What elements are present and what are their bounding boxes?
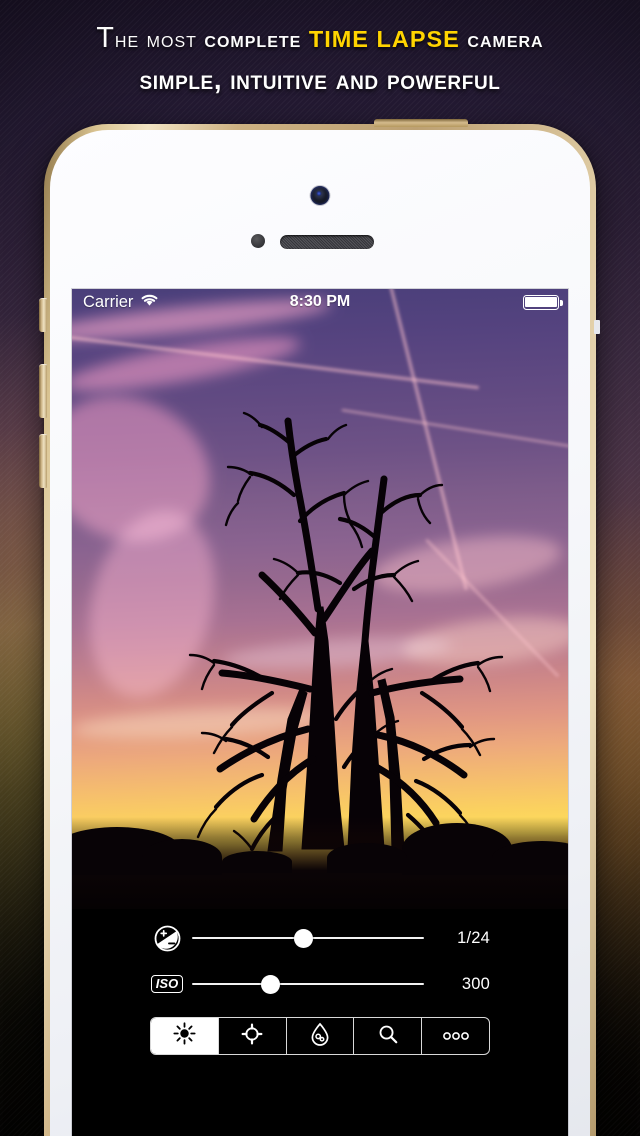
volume-down-button[interactable] (39, 434, 47, 488)
slider-knob[interactable] (261, 974, 281, 994)
silent-switch-button[interactable] (39, 298, 47, 332)
iso-slider[interactable] (192, 974, 424, 994)
power-button[interactable] (374, 119, 468, 127)
exposure-slider-row[interactable]: 1/24 (150, 915, 490, 961)
shrub (142, 839, 222, 875)
exposure-compensation-icon (150, 925, 184, 952)
exposure-slider[interactable] (192, 928, 424, 948)
mode-zoom-button[interactable] (354, 1018, 423, 1054)
mode-focus-button[interactable] (219, 1018, 287, 1054)
camera-controls-panel: 1/24 ISO 300 (72, 909, 568, 1136)
headline-line-2: SIMPLE, INTUITIVE AND POWERFUL (139, 64, 501, 95)
phone-screen: Carrier 8:30 PM 1/24 ISO 300 (72, 289, 568, 1136)
three-dots-icon (441, 1026, 471, 1046)
shrub (327, 843, 407, 873)
white-balance-droplet-icon (309, 1022, 331, 1051)
camera-viewfinder[interactable] (72, 289, 568, 909)
volume-up-button[interactable] (39, 364, 47, 418)
iso-slider-row[interactable]: ISO 300 (150, 961, 490, 1007)
ios-status-bar: Carrier 8:30 PM (72, 289, 568, 315)
slider-group: 1/24 ISO 300 (150, 915, 490, 1007)
headline-word-most: MOST (146, 26, 197, 52)
slider-track (192, 982, 424, 986)
headline-word-complete: COMPLETE (204, 26, 302, 52)
camera-mode-segmented-control[interactable] (150, 1017, 490, 1055)
brightness-sun-icon (173, 1022, 196, 1050)
shrub (222, 851, 292, 873)
antenna-band-right (594, 320, 600, 334)
iphone-device-mockup: Carrier 8:30 PM 1/24 ISO 300 (39, 119, 600, 1136)
headline-word-camera: CAMERA (467, 26, 544, 52)
exposure-value: 1/24 (457, 928, 490, 947)
mode-more-options-button[interactable] (422, 1018, 489, 1054)
iso-label: ISO (150, 975, 184, 993)
iso-icon: ISO (150, 975, 184, 993)
marketing-headline: THE MOST COMPLETE TIME LAPSE CAMERA SIMP… (0, 0, 640, 96)
headline-line-1: THE MOST COMPLETE TIME LAPSE CAMERA (0, 22, 640, 55)
iso-value: 300 (461, 974, 490, 993)
headline-word-the: THE (96, 22, 140, 54)
mode-exposure-button[interactable] (151, 1018, 219, 1054)
status-bar-right (523, 294, 563, 310)
battery-full-icon (523, 294, 563, 310)
magnifier-icon (377, 1023, 399, 1050)
mode-white-balance-button[interactable] (287, 1018, 355, 1054)
battery-fill (525, 296, 557, 308)
earpiece-speaker-icon (280, 235, 374, 249)
front-camera-icon (310, 186, 330, 205)
slider-knob[interactable] (293, 928, 313, 948)
shrub (492, 841, 568, 875)
focus-crosshair-icon (241, 1023, 263, 1050)
tree-silhouette (188, 411, 504, 854)
headline-highlight-time-lapse: TIME LAPSE (308, 26, 460, 52)
status-bar-clock: 8:30 PM (289, 293, 351, 310)
proximity-sensor-icon (251, 234, 265, 248)
